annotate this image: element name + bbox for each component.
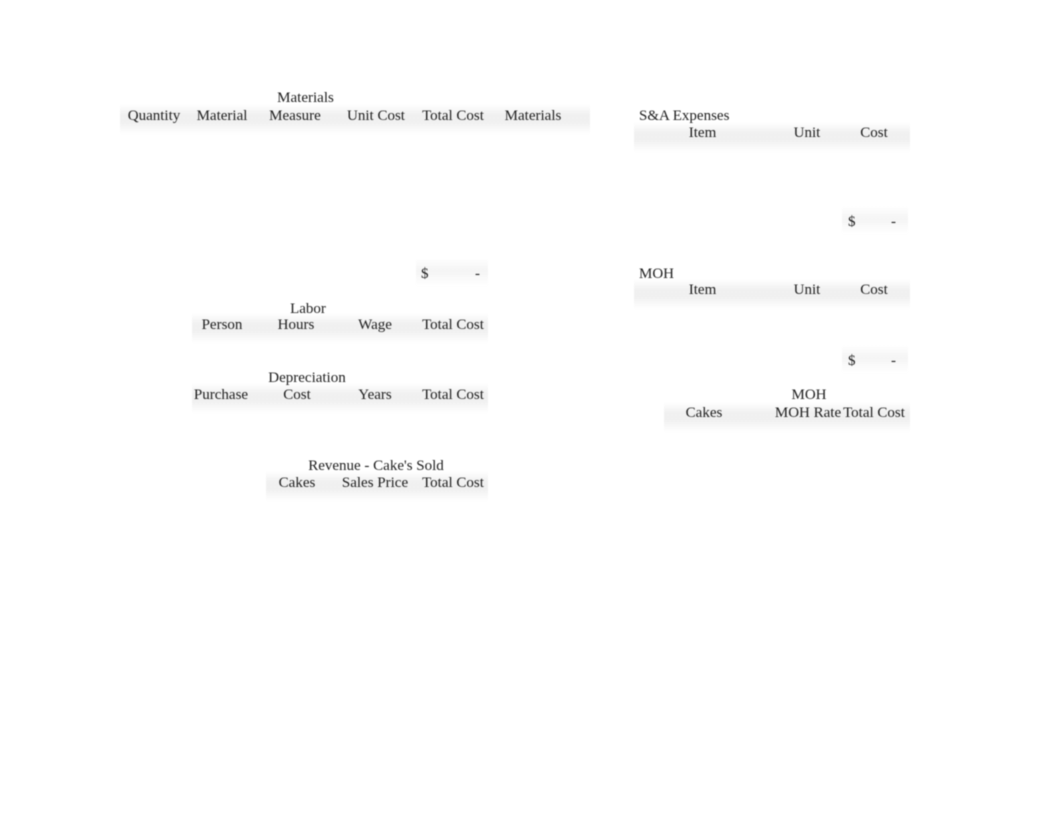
sa-expenses-total-currency: $	[848, 214, 856, 230]
depreciation-column-years[interactable]: Years	[341, 386, 409, 404]
depreciation-column-total-cost[interactable]: Total Cost	[418, 386, 488, 404]
materials-column-total-cost[interactable]: Total Cost	[418, 107, 488, 125]
moh-rate-column-cakes[interactable]: Cakes	[670, 404, 738, 422]
materials-total-currency: $	[421, 266, 429, 282]
depreciation-title: Depreciation	[268, 370, 346, 386]
materials-total-value: -	[475, 266, 480, 282]
labor-column-person[interactable]: Person	[188, 316, 256, 334]
sa-expenses-column-cost[interactable]: Cost	[842, 124, 906, 142]
depreciation-column-cost[interactable]: Cost	[263, 386, 331, 404]
sa-expenses-column-item[interactable]: Item	[650, 124, 755, 142]
sa-expenses-title: S&A Expenses	[639, 108, 730, 124]
revenue-column-total-cost[interactable]: Total Cost	[418, 474, 488, 492]
materials-column-measure[interactable]: Measure	[261, 107, 329, 125]
moh-rate-column-total-cost[interactable]: Total Cost	[841, 404, 907, 422]
moh-rate-title: MOH	[791, 387, 827, 403]
materials-column-unit-cost[interactable]: Unit Cost	[341, 107, 411, 125]
materials-column-quantity[interactable]: Quantity	[120, 107, 188, 125]
materials-title: Materials	[277, 90, 334, 106]
revenue-title: Revenue - Cake's Sold	[308, 458, 444, 474]
revenue-column-cakes[interactable]: Cakes	[263, 474, 331, 492]
depreciation-column-purchase[interactable]: Purchase	[187, 386, 255, 404]
labor-column-wage[interactable]: Wage	[341, 316, 409, 334]
moh-rate-column-moh-rate[interactable]: MOH Rate	[771, 404, 845, 422]
revenue-column-sales-price[interactable]: Sales Price	[338, 474, 412, 492]
spreadsheet-canvas[interactable]: Materials Quantity Material Measure Unit…	[0, 0, 1062, 822]
materials-column-materials[interactable]: Materials	[498, 107, 568, 125]
sa-expenses-total-value: -	[891, 214, 896, 230]
moh-column-unit[interactable]: Unit	[772, 281, 842, 299]
moh-total-value: -	[891, 353, 896, 369]
labor-column-total-cost[interactable]: Total Cost	[418, 316, 488, 334]
moh-column-item[interactable]: Item	[650, 281, 755, 299]
moh-total-currency: $	[848, 353, 856, 369]
sa-expenses-column-unit[interactable]: Unit	[772, 124, 842, 142]
materials-column-material[interactable]: Material	[188, 107, 256, 125]
moh-column-cost[interactable]: Cost	[842, 281, 906, 299]
labor-column-hours[interactable]: Hours	[262, 316, 330, 334]
